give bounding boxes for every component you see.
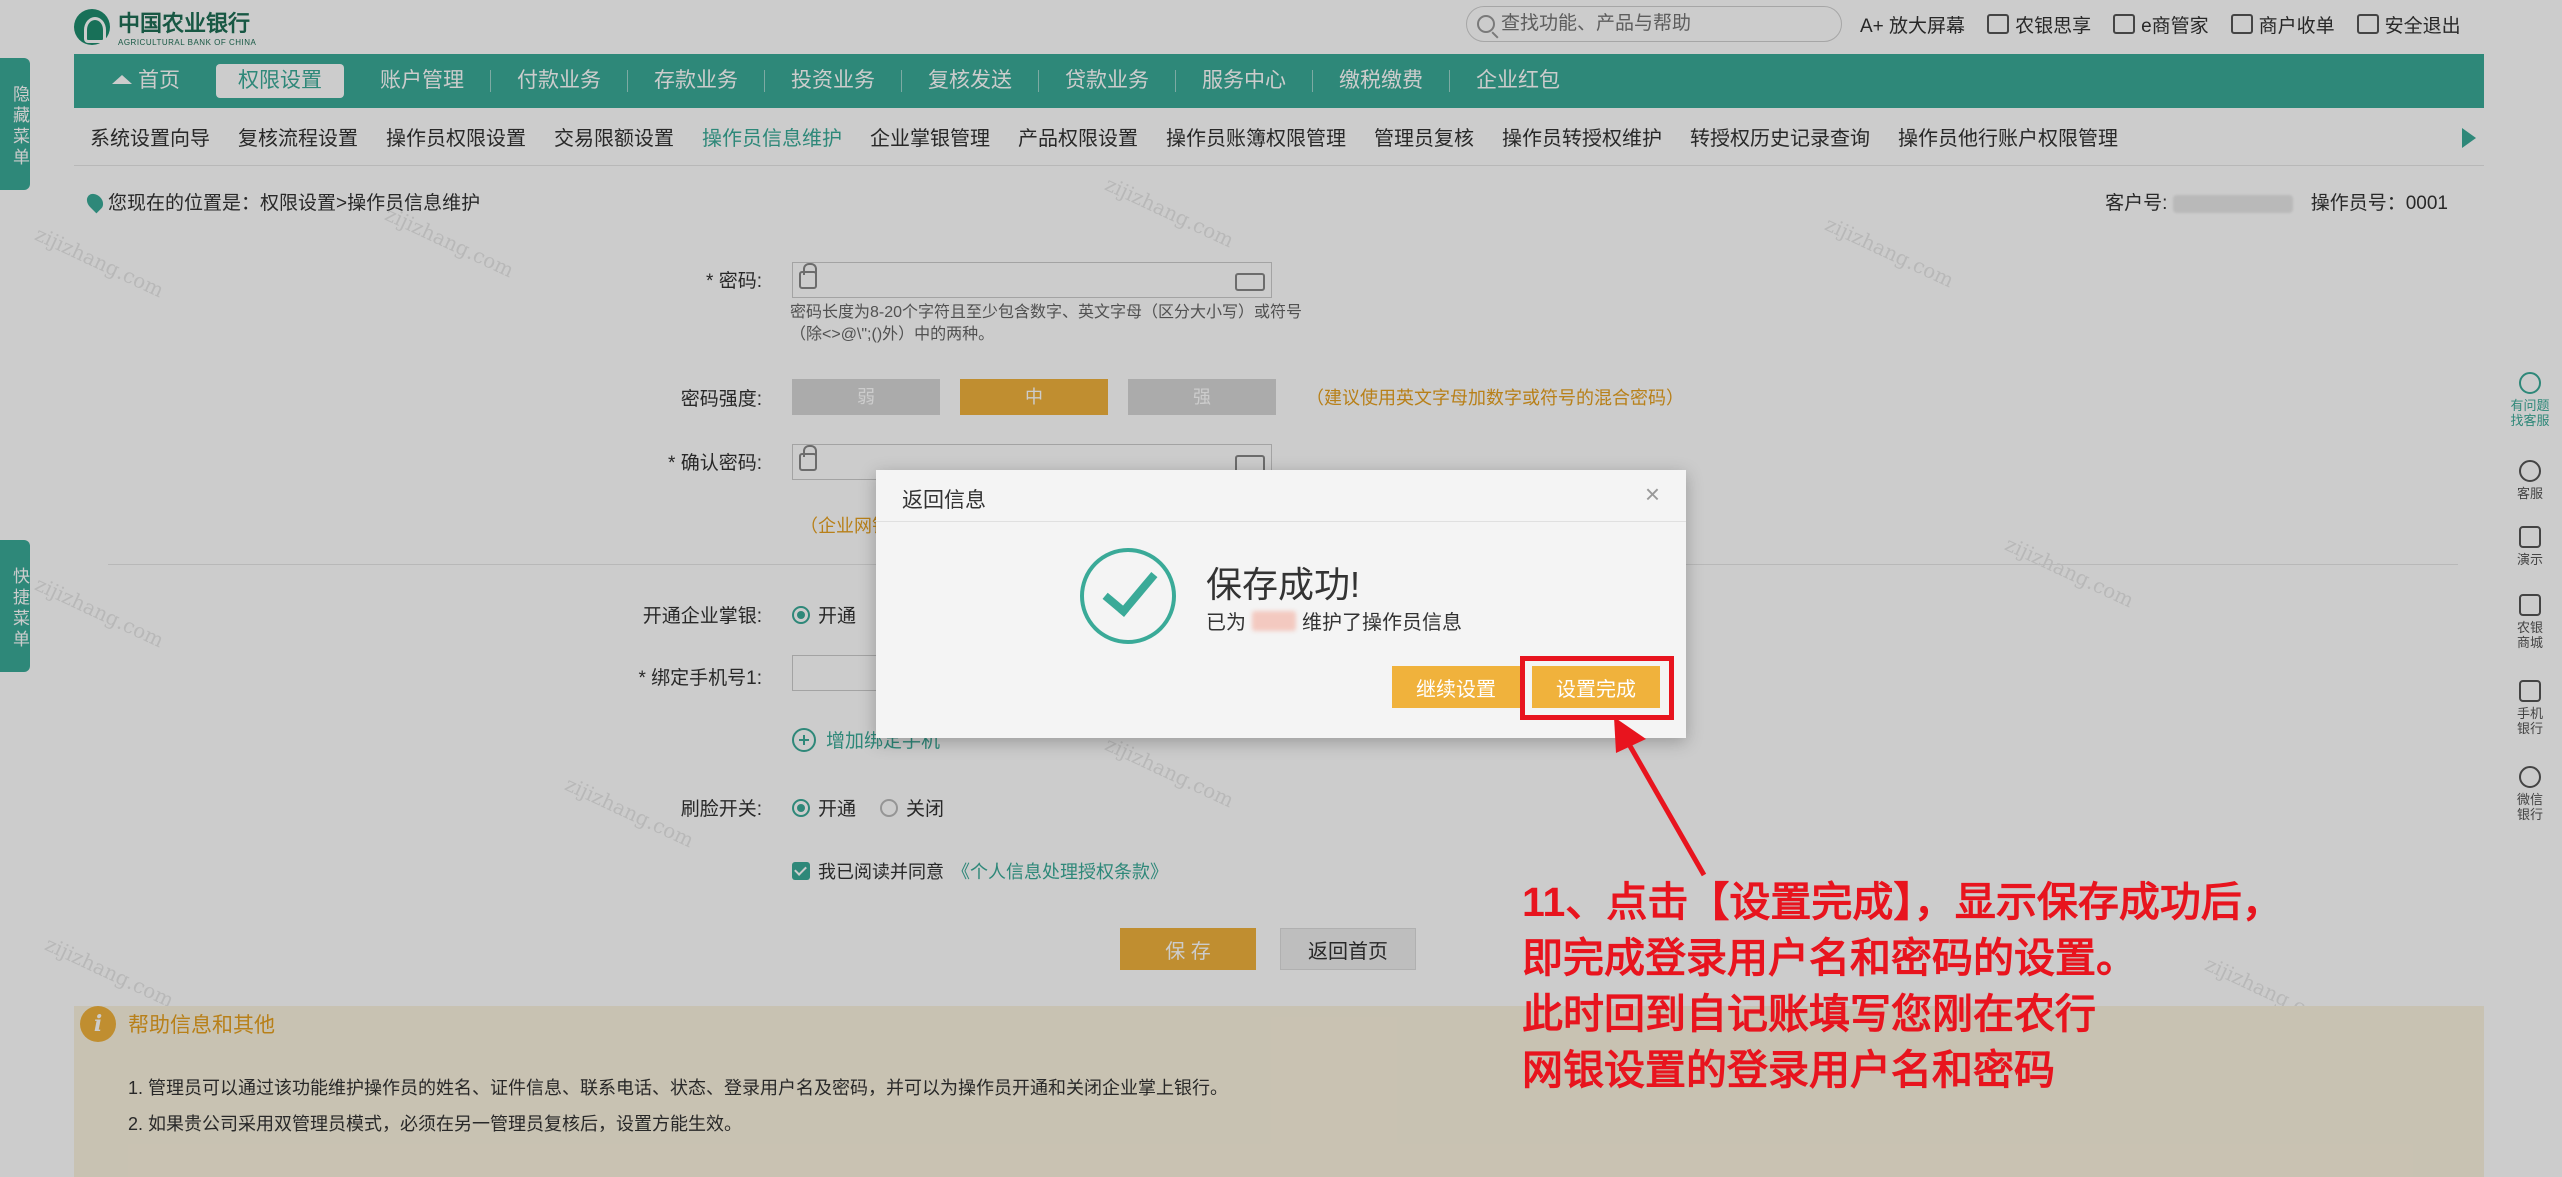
annotation-line: 此时回到自记账填写您刚在农行 [1522,991,2096,1037]
annotation-arrow-icon [1614,717,1707,877]
success-check-icon [1080,548,1176,644]
continue-setting-button[interactable]: 继续设置 [1392,666,1520,708]
annotation-line: 即完成登录用户名和密码的设置。 [1522,935,2137,981]
success-message: 已为 维护了操作员信息 [1206,610,1462,634]
dialog-title: 返回信息 [902,489,986,512]
annotation-line: 网银设置的登录用户名和密码 [1522,1047,2055,1093]
annotation-line: 11、点击【设置完成】，显示保存成功后， [1522,879,2283,925]
operator-name-redacted [1252,610,1296,631]
tutorial-annotation: 11、点击【设置完成】，显示保存成功后， 即完成登录用户名和密码的设置。 此时回… [1522,874,2462,1098]
success-title: 保存成功! [1206,564,1361,605]
close-icon[interactable]: × [1645,481,1660,507]
dialog-header: 返回信息 × [876,470,1686,522]
